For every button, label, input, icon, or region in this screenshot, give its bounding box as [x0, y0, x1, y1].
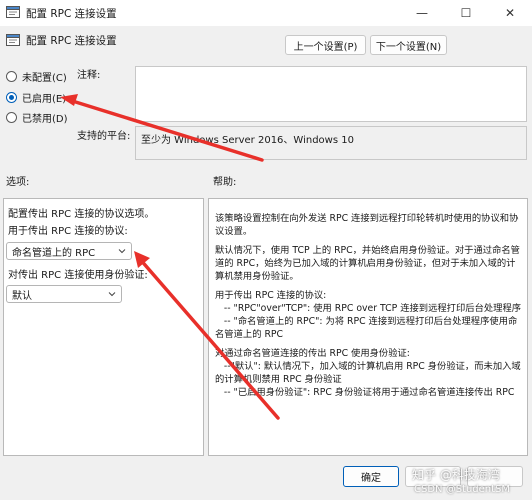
- maximize-icon: ☐: [460, 6, 472, 20]
- auth-dropdown[interactable]: 默认: [6, 285, 122, 303]
- help-paragraph: 用于传出 RPC 连接的协议: -- "RPC"over"TCP": 使用 RP…: [215, 290, 522, 340]
- auth-label: 对传出 RPC 连接使用身份验证:: [8, 270, 148, 281]
- minimize-icon: —: [416, 6, 428, 20]
- watermark-zhihu: 知乎 @科技海湾: [412, 468, 500, 482]
- protocol-label: 用于传出 RPC 连接的协议:: [8, 226, 128, 237]
- policy-setting-icon: [6, 34, 20, 46]
- options-section-label: 选项:: [6, 177, 30, 188]
- maximize-button[interactable]: ☐: [444, 0, 488, 26]
- radio-not-configured-indicator[interactable]: [6, 71, 17, 82]
- help-section-label: 帮助:: [213, 177, 237, 188]
- setting-title: 配置 RPC 连接设置: [26, 35, 117, 47]
- chevron-down-icon: [108, 292, 116, 297]
- chevron-down-icon: [118, 249, 126, 254]
- policy-window-icon: [6, 6, 20, 18]
- next-setting-button[interactable]: 下一个设置(N): [370, 35, 447, 55]
- comment-label: 注释:: [77, 70, 101, 81]
- protocol-dropdown[interactable]: 命名管道上的 RPC: [6, 242, 132, 260]
- radio-enabled-indicator[interactable]: [6, 92, 17, 103]
- radio-disabled[interactable]: 已禁用(D): [6, 110, 68, 125]
- radio-enabled[interactable]: 已启用(E): [6, 90, 66, 105]
- ok-button[interactable]: 确定: [343, 466, 399, 487]
- minimize-button[interactable]: —: [400, 0, 444, 26]
- protocol-selected-value: 命名管道上的 RPC: [12, 247, 96, 259]
- supported-platforms-box: 至少为 Windows Server 2016、Windows 10: [135, 126, 527, 160]
- help-panel[interactable]: 该策略设置控制在向外发送 RPC 连接到远程打印轮转机时使用的协议和协议设置。 …: [208, 198, 528, 456]
- watermark-csdn: CSDN @StudentSM: [414, 484, 511, 495]
- auth-selected-value: 默认: [12, 290, 32, 302]
- help-paragraph: 对通过命名管道连接的传出 RPC 使用身份验证: --"默认": 默认情况下，加…: [215, 348, 521, 398]
- radio-disabled-label: 已禁用(D): [22, 114, 68, 125]
- close-button[interactable]: ✕: [488, 0, 532, 26]
- supported-platforms-value: 至少为 Windows Server 2016、Windows 10: [141, 135, 354, 146]
- previous-setting-button[interactable]: 上一个设置(P): [285, 35, 366, 55]
- help-paragraph: 默认情况下，使用 TCP 上的 RPC，并始终启用身份验证。对于通过命名管道的 …: [215, 245, 520, 282]
- radio-not-configured[interactable]: 未配置(C): [6, 69, 67, 84]
- close-icon: ✕: [504, 6, 516, 20]
- radio-disabled-indicator[interactable]: [6, 112, 17, 123]
- help-paragraph: 该策略设置控制在向外发送 RPC 连接到远程打印轮转机时使用的协议和协议设置。: [215, 213, 519, 237]
- supported-platforms-label: 支持的平台:: [77, 131, 131, 142]
- radio-enabled-label: 已启用(E): [22, 94, 67, 105]
- window-title: 配置 RPC 连接设置: [26, 8, 117, 20]
- options-intro-text: 配置传出 RPC 连接的协议选项。: [8, 209, 155, 220]
- comment-textarea[interactable]: [135, 66, 527, 122]
- radio-not-configured-label: 未配置(C): [22, 73, 67, 84]
